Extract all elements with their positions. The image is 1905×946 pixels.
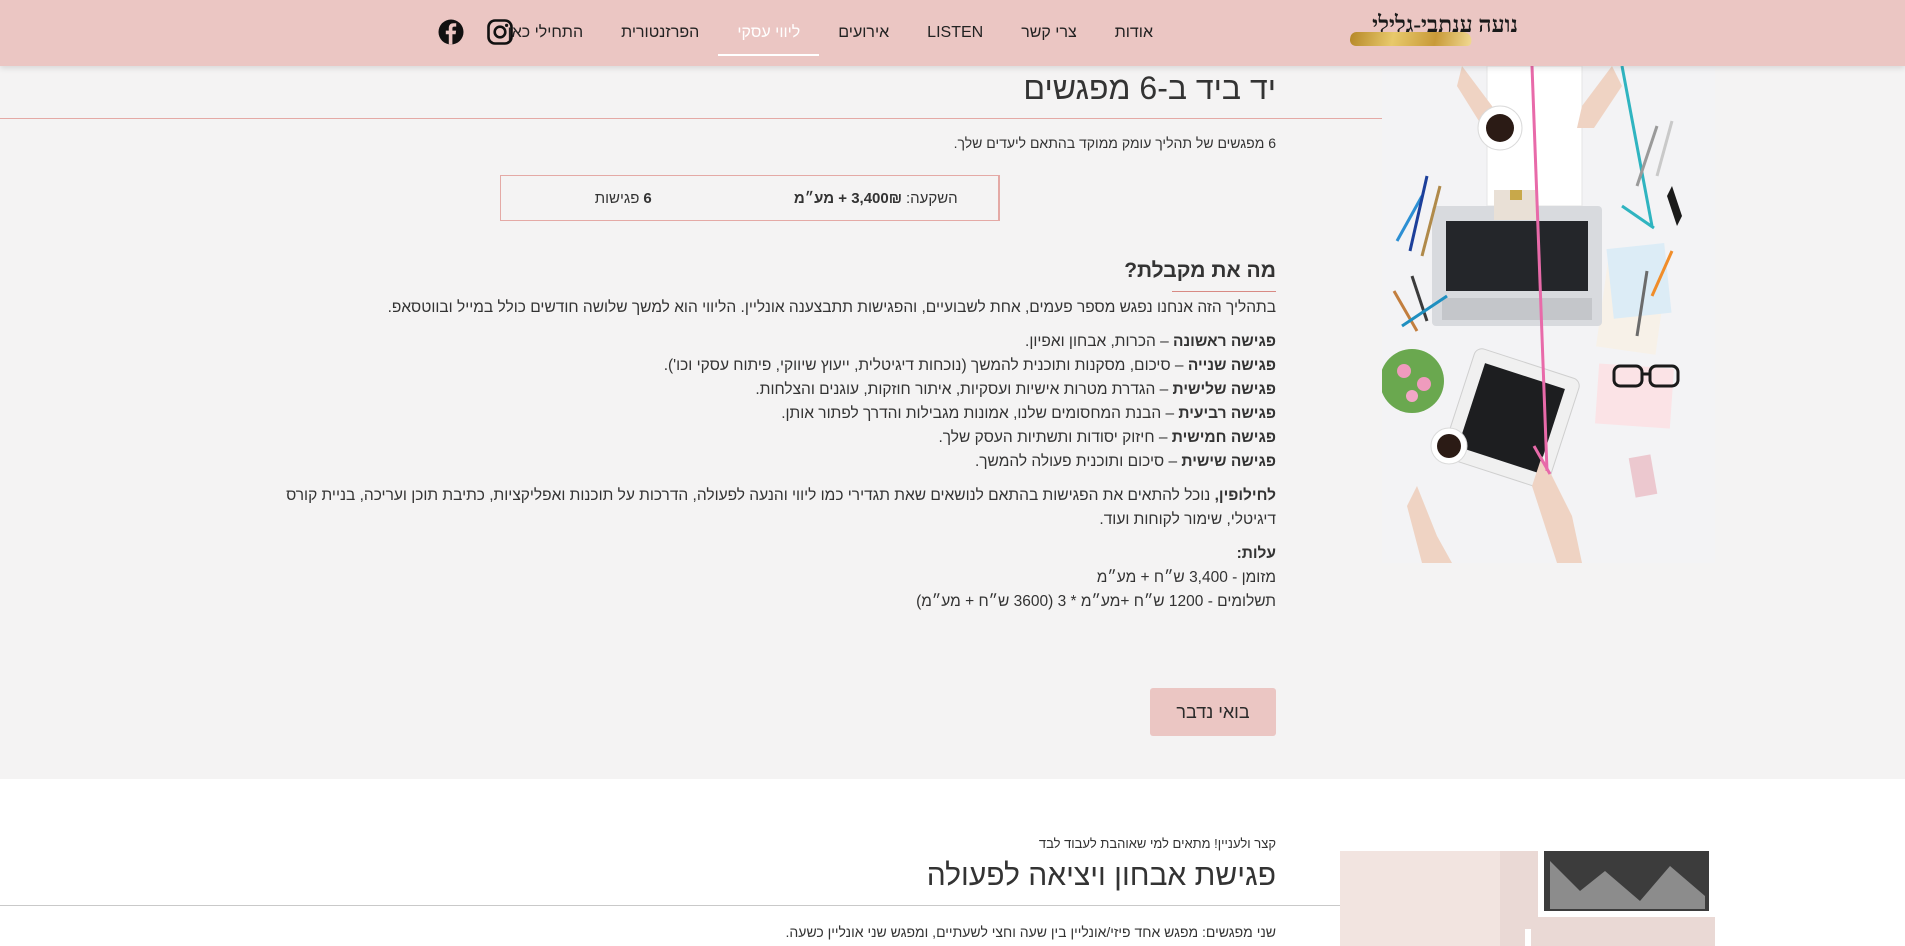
meetings-label: פגישות [594, 189, 640, 207]
cost-installments: תשלומים - 1200 ש״ח +מע״מ * 3 (3600 ש״ח +… [916, 593, 1276, 610]
desk-flatlay-image [1382, 66, 1715, 563]
meetings-cell: 6 פגישות [501, 176, 750, 220]
nav-item-about[interactable]: אודות [1096, 0, 1172, 56]
investment-label: השקעה: [905, 189, 958, 207]
meeting-desc: – הבנת המחסומים שלנו, אמונות מגבילות והד… [781, 405, 1179, 422]
nav-item-contact[interactable]: צרי קשר [1002, 0, 1096, 56]
meeting-desc: – סיכום ותוכנית פעולה להמשך. [974, 453, 1182, 470]
section-subtitle: שני מפגשים: מפגש אחד פיזי/אונליין בין שע… [785, 924, 1276, 940]
nav-item-presenter[interactable]: הפרזנטורית [602, 0, 718, 56]
meeting-desc: – סיכום, מסקנות ותוכנית להמשך (נוכחות די… [663, 357, 1188, 374]
alternative-text: נוכל להתאים את הפגישות בהתאם לנושאים שאת… [286, 487, 1276, 528]
title-divider [0, 905, 1340, 906]
logo-text: נועה ענתבי-גלילי [1372, 12, 1518, 37]
investment-value: 3,400₪ + מע״מ [793, 189, 902, 207]
program-description: בתהליך הזה אנחנו נפגש מספר פעמים, אחת לש… [250, 296, 1276, 624]
alternative-paragraph: לחילופין, נוכל להתאים את הפגישות בהתאם ל… [250, 484, 1276, 532]
section-kicker: קצר ולעניין! מתאים למי שאוהבת לעבוד לבד [1038, 836, 1276, 851]
pricing-table: 6 פגישות השקעה: 3,400₪ + מע״מ [500, 175, 1000, 221]
list-item: פגישה רביעית – הבנת המחסומים שלנו, אמונו… [250, 402, 1276, 426]
six-meetings-section: יד ביד ב-6 מפגשים 6 מפגשים של תהליך עומק… [0, 66, 1905, 779]
meeting-desc: – הכרות, אבחון ואפיון. [1025, 333, 1174, 350]
nav-item-listen[interactable]: LISTEN [908, 0, 1002, 56]
meeting-desc: – הגדרת מטרות אישיות ועסקיות, איתור חוזק… [755, 381, 1173, 398]
meeting-name: פגישה חמישית [1171, 429, 1276, 446]
investment-cell: השקעה: 3,400₪ + מע״מ [750, 176, 999, 220]
heading-underline [1172, 291, 1276, 292]
list-item: פגישה שישית – סיכום ותוכנית פעולה להמשך. [250, 450, 1276, 474]
facebook-icon[interactable] [437, 18, 465, 46]
list-item: פגישה ראשונה – הכרות, אבחון ואפיון. [250, 330, 1276, 354]
meeting-name: פגישה שנייה [1187, 357, 1276, 374]
meetings-count: 6 [643, 189, 652, 207]
cost-cash: מזומן - 3,400 ש״ח + מע״מ [1096, 569, 1276, 586]
site-header: נועה ענתבי-גלילי התחילי כאן הפרזנטורית ל… [0, 0, 1905, 66]
page-title: יד ביד ב-6 מפגשים [1023, 70, 1276, 106]
costs-label: עלות: [1236, 545, 1276, 562]
list-item: פגישה שנייה – סיכום, מסקנות ותוכנית להמש… [250, 354, 1276, 378]
frames-wall-image [1340, 851, 1715, 946]
meetings-list: פגישה ראשונה – הכרות, אבחון ואפיון. פגיש… [250, 330, 1276, 474]
section-title: פגישת אבחון ויציאה לפעולה [926, 859, 1276, 892]
list-item: פגישה שלישית – הגדרת מטרות אישיות ועסקיו… [250, 378, 1276, 402]
section-subtitle: 6 מפגשים של תהליך עומק ממוקד בהתאם ליעדי… [953, 135, 1276, 151]
meeting-desc: – חיזוק יסודות ותשתיות העסק שלך. [938, 429, 1172, 446]
costs-block: עלות: מזומן - 3,400 ש״ח + מע״מ תשלומים -… [250, 542, 1276, 614]
site-logo[interactable]: נועה ענתבי-גלילי [1346, 12, 1526, 52]
nav-item-events[interactable]: אירועים [819, 0, 908, 56]
alternative-label: לחילופין, [1214, 487, 1276, 504]
list-item: פגישה חמישית – חיזוק יסודות ותשתיות העסק… [250, 426, 1277, 450]
meeting-name: פגישה ראשונה [1173, 333, 1276, 350]
diagnosis-meeting-section: קצר ולעניין! מתאים למי שאוהבת לעבוד לבד … [0, 779, 1905, 946]
title-divider [0, 118, 1382, 119]
meeting-name: פגישה שישית [1181, 453, 1276, 470]
instagram-icon[interactable] [486, 18, 514, 46]
meeting-name: פגישה שלישית [1172, 381, 1276, 398]
what-you-get-heading: מה את מקבלת? [1124, 259, 1276, 282]
main-nav: התחילי כאן הפרזנטורית ליווי עסקי אירועים… [489, 0, 1172, 66]
lets-talk-button[interactable]: בואי נדבר [1150, 688, 1276, 736]
intro-paragraph: בתהליך הזה אנחנו נפגש מספר פעמים, אחת לש… [387, 299, 1276, 316]
meeting-name: פגישה רביעית [1178, 405, 1276, 422]
nav-item-business-coaching[interactable]: ליווי עסקי [718, 0, 820, 56]
